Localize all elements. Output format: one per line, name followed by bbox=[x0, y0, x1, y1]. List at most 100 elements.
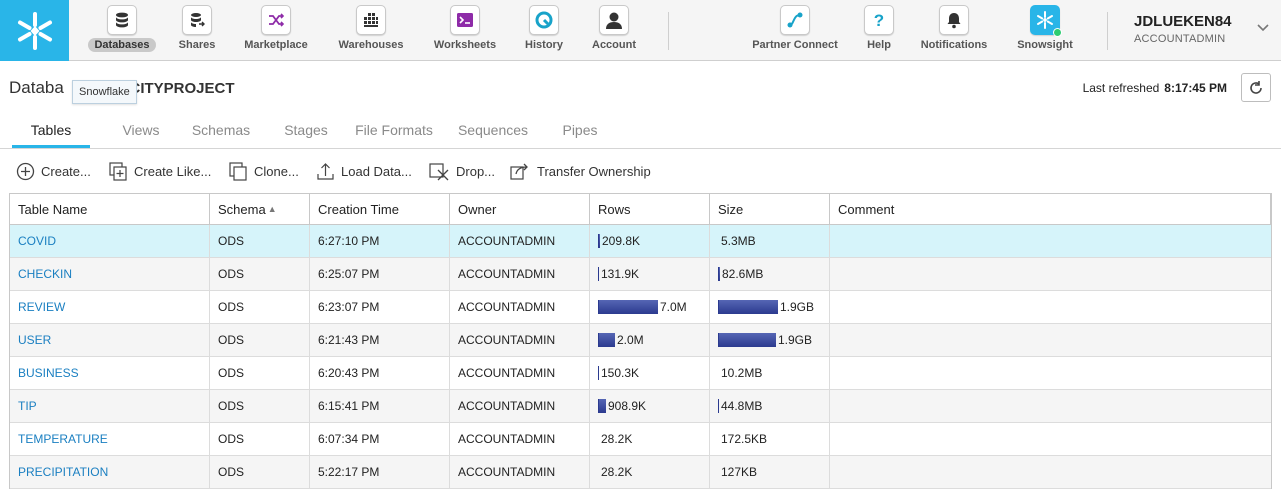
rows-bar bbox=[598, 234, 600, 248]
table-name-link[interactable]: CHECKIN bbox=[18, 267, 72, 281]
create-like-button[interactable]: Create Like... bbox=[109, 160, 211, 182]
drop-button[interactable]: Drop... bbox=[429, 160, 495, 182]
schema-cell: ODS bbox=[210, 225, 310, 257]
table-name-cell: REVIEW bbox=[10, 291, 210, 323]
table-name-link[interactable]: PRECIPITATION bbox=[18, 465, 108, 479]
last-refreshed-time: 8:17:45 PM bbox=[1164, 81, 1227, 95]
rows-cell: 7.0M bbox=[590, 291, 710, 323]
column-header-schema[interactable]: Schema ▲ bbox=[210, 194, 310, 224]
refresh-button[interactable] bbox=[1241, 73, 1271, 102]
column-header-owner[interactable]: Owner bbox=[450, 194, 590, 224]
nav-warehouses[interactable]: Warehouses bbox=[332, 0, 410, 61]
create-button[interactable]: Create... bbox=[16, 160, 91, 182]
size-bar bbox=[718, 399, 719, 413]
table-row[interactable]: USER ODS 6:21:43 PM ACCOUNTADMIN 2.0M 1.9GB bbox=[10, 324, 1271, 357]
column-header-rows[interactable]: Rows bbox=[590, 194, 710, 224]
nav-help[interactable]: ? Help bbox=[859, 0, 899, 61]
partner-connect-icon bbox=[780, 5, 810, 35]
table-name-cell: BUSINESS bbox=[10, 357, 210, 389]
nav-account[interactable]: Account bbox=[586, 0, 642, 61]
user-role[interactable]: ACCOUNTADMIN bbox=[1134, 33, 1225, 45]
table-row[interactable]: COVID ODS 6:27:10 PM ACCOUNTADMIN 209.8K 5.3M… bbox=[10, 225, 1271, 258]
comment-cell bbox=[830, 225, 1271, 257]
tab-stages[interactable]: Stages bbox=[275, 115, 337, 148]
table-row[interactable]: PRECIPITATION ODS 5:22:17 PM ACCOUNTADMIN 28… bbox=[10, 456, 1271, 489]
tab-schemas[interactable]: Schemas bbox=[187, 115, 255, 148]
creation-time-cell: 6:07:34 PM bbox=[310, 423, 450, 455]
nav-label: Worksheets bbox=[433, 39, 497, 51]
nav-notifications[interactable]: Notifications bbox=[913, 0, 995, 61]
table-header-row: Table Name Schema ▲ Creation Time Owner R… bbox=[10, 194, 1271, 225]
sort-ascending-icon: ▲ bbox=[267, 204, 277, 214]
chevron-down-icon[interactable] bbox=[1255, 20, 1271, 36]
table-name-link[interactable]: TEMPERATURE bbox=[18, 432, 108, 446]
rows-cell: 28.2K bbox=[590, 456, 710, 488]
table-row[interactable]: REVIEW ODS 6:23:07 PM ACCOUNTADMIN 7.0M 1.9GB bbox=[10, 291, 1271, 324]
creation-time-cell: 6:27:10 PM bbox=[310, 225, 450, 257]
table-row[interactable]: CHECKIN ODS 6:25:07 PM ACCOUNTADMIN 131.9K 82… bbox=[10, 258, 1271, 291]
refresh-icon bbox=[1250, 80, 1262, 94]
nav-databases[interactable]: Databases bbox=[85, 0, 159, 61]
table-row[interactable]: TEMPERATURE ODS 6:07:34 PM ACCOUNTADMIN 28.2… bbox=[10, 423, 1271, 456]
tab-views[interactable]: Views bbox=[98, 115, 184, 148]
last-refreshed-label: Last refreshed bbox=[1082, 81, 1160, 95]
tab-tables[interactable]: Tables bbox=[12, 115, 90, 148]
nav-label: Snowsight bbox=[1017, 39, 1073, 51]
nav-partner-connect[interactable]: Partner Connect bbox=[745, 0, 845, 61]
table-name-link[interactable]: COVID bbox=[18, 234, 56, 248]
comment-cell bbox=[830, 291, 1271, 323]
nav-history[interactable]: History bbox=[519, 0, 569, 61]
table-name-cell: COVID bbox=[10, 225, 210, 257]
load-data-button[interactable]: Load Data... bbox=[316, 160, 412, 182]
snowflake-logo[interactable] bbox=[0, 0, 69, 61]
nav-snowsight[interactable]: Snowsight bbox=[1010, 0, 1080, 61]
transfer-ownership-label: Transfer Ownership bbox=[537, 163, 651, 179]
rows-bar bbox=[598, 366, 599, 380]
warehouses-icon bbox=[356, 5, 386, 35]
transfer-ownership-button[interactable]: Transfer Ownership bbox=[510, 160, 651, 182]
rows-value: 150.3K bbox=[601, 366, 640, 380]
marketplace-icon bbox=[261, 5, 291, 35]
table-name-link[interactable]: TIP bbox=[18, 399, 37, 413]
nav-marketplace[interactable]: Marketplace bbox=[236, 0, 316, 61]
creation-time-cell: 6:23:07 PM bbox=[310, 291, 450, 323]
clone-icon bbox=[229, 161, 247, 181]
comment-cell bbox=[830, 456, 1271, 488]
table-name-link[interactable]: REVIEW bbox=[18, 300, 65, 314]
rows-bar bbox=[598, 267, 599, 281]
tooltip: Snowflake bbox=[72, 80, 137, 104]
creation-time-cell: 6:25:07 PM bbox=[310, 258, 450, 290]
size-value: 5.3MB bbox=[721, 234, 756, 248]
nav-label: Notifications bbox=[920, 39, 988, 51]
nav-label: Warehouses bbox=[338, 39, 404, 51]
user-name[interactable]: JDLUEKEN84 bbox=[1134, 13, 1232, 30]
drop-label: Drop... bbox=[456, 163, 496, 179]
rows-value: 28.2K bbox=[601, 432, 633, 446]
rows-bar bbox=[598, 300, 658, 314]
nav-worksheets[interactable]: Worksheets bbox=[426, 0, 504, 61]
tab-pipes[interactable]: Pipes bbox=[555, 115, 605, 148]
table-row[interactable]: TIP ODS 6:15:41 PM ACCOUNTADMIN 908.9K 44.8MB bbox=[10, 390, 1271, 423]
rows-value: 131.9K bbox=[601, 267, 640, 281]
schema-cell: ODS bbox=[210, 423, 310, 455]
table-name-link[interactable]: USER bbox=[18, 333, 51, 347]
snowsight-icon bbox=[1030, 5, 1062, 37]
tab-sequences[interactable]: Sequences bbox=[453, 115, 533, 148]
owner-cell: ACCOUNTADMIN bbox=[450, 225, 590, 257]
schema-cell: ODS bbox=[210, 324, 310, 356]
nav-label: Partner Connect bbox=[752, 39, 838, 51]
nav-shares[interactable]: Shares bbox=[171, 0, 223, 61]
comment-cell bbox=[830, 390, 1271, 422]
column-header-table-name[interactable]: Table Name bbox=[10, 194, 210, 224]
size-cell: 44.8MB bbox=[710, 390, 830, 422]
table-row[interactable]: BUSINESS ODS 6:20:43 PM ACCOUNTADMIN 150.3K 1… bbox=[10, 357, 1271, 390]
column-header-size[interactable]: Size bbox=[710, 194, 830, 224]
table-name-link[interactable]: BUSINESS bbox=[18, 366, 79, 380]
rows-bar bbox=[598, 399, 606, 413]
column-header-creation-time[interactable]: Creation Time bbox=[310, 194, 450, 224]
clone-button[interactable]: Clone... bbox=[229, 160, 299, 182]
column-header-comment[interactable]: Comment bbox=[830, 194, 1271, 224]
schema-cell: ODS bbox=[210, 456, 310, 488]
tab-file-formats[interactable]: File Formats bbox=[349, 115, 439, 148]
create-label: Create... bbox=[41, 163, 91, 179]
